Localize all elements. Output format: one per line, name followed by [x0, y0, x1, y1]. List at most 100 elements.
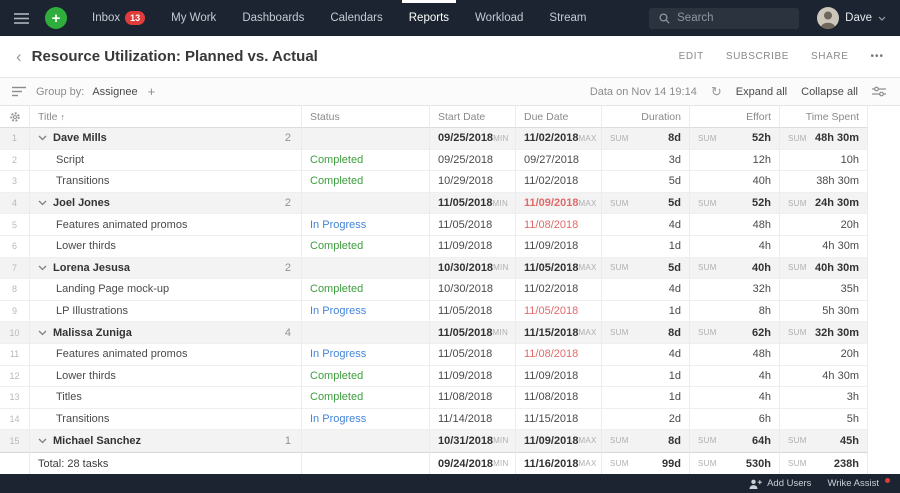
task-row[interactable]: 9LP IllustrationsIn Progress11/05/201811…: [0, 301, 900, 323]
group-title-cell[interactable]: Dave Mills2: [30, 128, 302, 150]
search-input[interactable]: Search: [649, 8, 799, 29]
status-cell[interactable]: In Progress: [302, 344, 430, 366]
col-status[interactable]: Status: [302, 106, 430, 128]
col-due-date[interactable]: Due Date: [516, 106, 602, 128]
nav-my-work[interactable]: My Work: [158, 0, 229, 36]
add-users-button[interactable]: Add Users: [749, 478, 811, 489]
status-value: Completed: [310, 391, 363, 403]
group-title-cell[interactable]: Joel Jones2: [30, 193, 302, 215]
scroll-gutter: [868, 258, 900, 280]
wrike-assist-button[interactable]: Wrike Assist: [827, 478, 890, 490]
group-by-value[interactable]: Assignee: [92, 86, 137, 98]
notification-dot: [885, 478, 890, 483]
assignee-name: Michael Sanchez: [53, 435, 141, 447]
task-title-cell[interactable]: Titles: [30, 387, 302, 409]
collapse-caret-icon[interactable]: [38, 265, 47, 271]
chevron-down-icon: [878, 16, 886, 21]
task-row[interactable]: 12Lower thirdsCompleted11/09/201811/09/2…: [0, 366, 900, 388]
effort-cell: SUM64h: [690, 430, 780, 452]
status-cell[interactable]: Completed: [302, 150, 430, 172]
scroll-gutter: [868, 301, 900, 323]
group-title-cell[interactable]: Malissa Zuniga4: [30, 322, 302, 344]
group-row[interactable]: 7Lorena Jesusa210/30/2018MIN11/05/2018MA…: [0, 258, 900, 280]
avatar: [817, 7, 839, 29]
more-menu-button[interactable]: •••: [870, 51, 884, 62]
settings-gear-icon[interactable]: [0, 106, 30, 128]
row-number: 1: [0, 128, 30, 150]
task-title-cell[interactable]: Lower thirds: [30, 236, 302, 258]
task-row[interactable]: 3TransitionsCompleted10/29/201811/02/201…: [0, 171, 900, 193]
task-row[interactable]: 11Features animated promosIn Progress11/…: [0, 344, 900, 366]
collapse-caret-icon[interactable]: [38, 135, 47, 141]
expand-all-button[interactable]: Expand all: [736, 86, 787, 98]
group-title-cell[interactable]: Michael Sanchez1: [30, 430, 302, 452]
collapse-caret-icon[interactable]: [38, 200, 47, 206]
status-cell[interactable]: Completed: [302, 171, 430, 193]
task-title-cell[interactable]: Features animated promos: [30, 344, 302, 366]
nav-workload[interactable]: Workload: [462, 0, 536, 36]
col-time-spent[interactable]: Time Spent: [780, 106, 868, 128]
status-cell[interactable]: In Progress: [302, 301, 430, 323]
start-date-cell: 11/05/2018: [430, 214, 516, 236]
nav-reports[interactable]: Reports: [396, 0, 462, 36]
task-title-cell[interactable]: Landing Page mock-up: [30, 279, 302, 301]
scroll-gutter: [868, 214, 900, 236]
col-duration[interactable]: Duration: [602, 106, 690, 128]
status-cell[interactable]: Completed: [302, 366, 430, 388]
group-row[interactable]: 10Malissa Zuniga411/05/2018MIN11/15/2018…: [0, 322, 900, 344]
row-number: 15: [0, 430, 30, 452]
inbox-badge: 13: [125, 11, 145, 25]
sort-asc-icon: ↑: [60, 112, 65, 122]
collapse-caret-icon[interactable]: [38, 438, 47, 444]
status-cell[interactable]: Completed: [302, 387, 430, 409]
task-row[interactable]: 5Features animated promosIn Progress11/0…: [0, 214, 900, 236]
nav-dashboards[interactable]: Dashboards: [229, 0, 317, 36]
task-title-cell[interactable]: Transitions: [30, 171, 302, 193]
group-row[interactable]: 1Dave Mills209/25/2018MIN11/02/2018MAXSU…: [0, 128, 900, 150]
create-new-button[interactable]: +: [45, 7, 67, 29]
status-cell[interactable]: In Progress: [302, 409, 430, 431]
task-row[interactable]: 6Lower thirdsCompleted11/09/201811/09/20…: [0, 236, 900, 258]
effort-cell: SUM40h: [690, 258, 780, 280]
total-row: Total: 28 tasks 09/24/2018MIN 11/16/2018…: [0, 452, 900, 474]
refresh-icon[interactable]: ↻: [711, 85, 722, 98]
group-by-icon[interactable]: [12, 86, 26, 97]
collapse-caret-icon[interactable]: [38, 330, 47, 336]
task-title-cell[interactable]: LP Illustrations: [30, 301, 302, 323]
status-cell[interactable]: Completed: [302, 279, 430, 301]
nav-inbox[interactable]: Inbox 13: [79, 0, 158, 36]
share-button[interactable]: SHARE: [811, 51, 848, 62]
task-row[interactable]: 14TransitionsIn Progress11/14/201811/15/…: [0, 409, 900, 431]
nav-stream[interactable]: Stream: [536, 0, 599, 36]
menu-icon[interactable]: [14, 13, 29, 24]
task-title-cell[interactable]: Transitions: [30, 409, 302, 431]
collapse-all-button[interactable]: Collapse all: [801, 86, 858, 98]
add-grouping-button[interactable]: +: [148, 84, 156, 99]
total-duration-cell: SUM99d: [602, 452, 690, 474]
task-title-cell[interactable]: Lower thirds: [30, 366, 302, 388]
scroll-gutter: [868, 193, 900, 215]
task-title-cell[interactable]: Features animated promos: [30, 214, 302, 236]
duration-cell: SUM8d: [602, 128, 690, 150]
nav-calendars[interactable]: Calendars: [317, 0, 395, 36]
subscribe-button[interactable]: SUBSCRIBE: [726, 51, 789, 62]
task-title-cell[interactable]: Script: [30, 150, 302, 172]
task-title: Features animated promos: [56, 219, 187, 231]
group-row[interactable]: 15Michael Sanchez110/31/2018MIN11/09/201…: [0, 430, 900, 452]
back-button[interactable]: ‹: [16, 48, 22, 65]
task-row[interactable]: 8Landing Page mock-upCompleted10/30/2018…: [0, 279, 900, 301]
col-title[interactable]: Title↑: [30, 106, 302, 128]
status-cell[interactable]: Completed: [302, 236, 430, 258]
due-date-cell: 11/09/2018MAX: [516, 193, 602, 215]
col-start-date[interactable]: Start Date: [430, 106, 516, 128]
edit-button[interactable]: EDIT: [679, 51, 704, 62]
view-settings-icon[interactable]: [872, 86, 886, 97]
user-menu[interactable]: Dave: [817, 7, 886, 29]
task-row[interactable]: 2ScriptCompleted09/25/201809/27/20183d12…: [0, 150, 900, 172]
col-effort[interactable]: Effort: [690, 106, 780, 128]
group-title-cell[interactable]: Lorena Jesusa2: [30, 258, 302, 280]
group-row[interactable]: 4Joel Jones211/05/2018MIN11/09/2018MAXSU…: [0, 193, 900, 215]
status-cell[interactable]: In Progress: [302, 214, 430, 236]
task-row[interactable]: 13TitlesCompleted11/08/201811/08/20181d4…: [0, 387, 900, 409]
due-date-cell: 11/15/2018MAX: [516, 322, 602, 344]
